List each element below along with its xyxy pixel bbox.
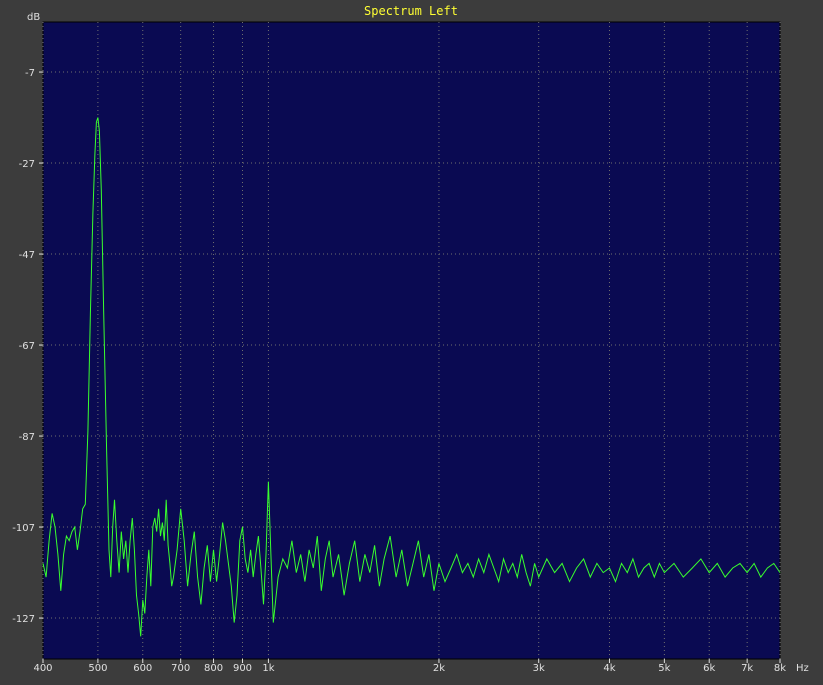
spectrum-chart: Spectrum Left -7 -27 -47 -67 -87 -107 -127 400… — [12, 4, 809, 674]
y-tick-label: -47 — [19, 250, 35, 261]
x-tick-label: 5k — [658, 663, 670, 674]
x-tick-label: 800 — [204, 663, 223, 674]
chart-title: Spectrum Left — [364, 4, 458, 18]
x-tick-label: 6k — [703, 663, 715, 674]
x-axis-label: Hz — [796, 663, 809, 674]
spectrum-window: Spectrum Left -7 -27 -47 -67 -87 -107 -127 400… — [0, 0, 823, 680]
x-tick-label: 600 — [133, 663, 152, 674]
x-tick-label: 3k — [533, 663, 545, 674]
x-tick-label: 4k — [603, 663, 615, 674]
y-axis-label: dB — [27, 12, 40, 23]
y-axis-ticks: -7 -27 -47 -67 -87 -107 -127 — [12, 68, 43, 625]
x-tick-label: 2k — [433, 663, 445, 674]
x-tick-label: 7k — [741, 663, 753, 674]
x-tick-label: 400 — [33, 663, 52, 674]
x-axis-ticks: 400 500 600 700 800 900 1k 2k 3k 4k 5k 6k 7k 8k — [33, 659, 786, 674]
y-tick-label: -127 — [12, 614, 35, 625]
plot-area[interactable] — [42, 21, 781, 660]
x-tick-label: 1k — [262, 663, 274, 674]
x-tick-label: 900 — [233, 663, 252, 674]
x-tick-label: 500 — [88, 663, 107, 674]
y-tick-label: -67 — [19, 341, 35, 352]
y-tick-label: -87 — [19, 432, 35, 443]
y-tick-label: -27 — [19, 159, 35, 170]
x-tick-label: 8k — [774, 663, 786, 674]
y-tick-label: -7 — [25, 68, 35, 79]
y-tick-label: -107 — [12, 523, 35, 534]
x-tick-label: 700 — [171, 663, 190, 674]
